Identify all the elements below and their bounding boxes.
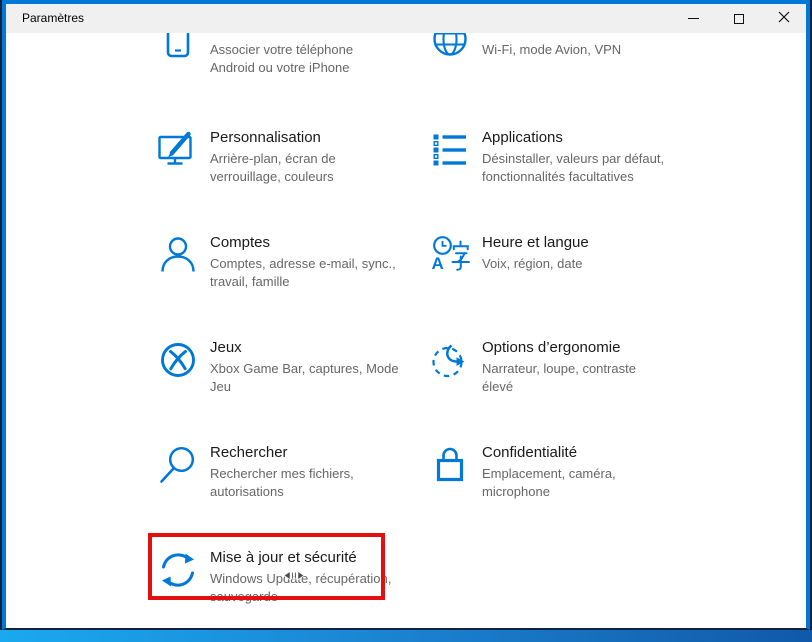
tile-title — [210, 33, 428, 39]
settings-window: Paramètres Associer votre téléphoneAndro… — [2, 0, 810, 630]
settings-tile-heure-et-langue[interactable]: A Heure et langue Voix, région, date — [430, 233, 700, 273]
apps-list-icon — [430, 130, 470, 170]
tile-subtitle-line: autorisations — [210, 483, 428, 501]
settings-tile-telephone[interactable]: Associer votre téléphoneAndroid ou votre… — [158, 33, 428, 76]
privacy-lock-icon — [430, 445, 470, 485]
settings-tile-rechercher[interactable]: Rechercher Rechercher mes fichiers,autori… — [158, 443, 428, 500]
maximize-button[interactable] — [716, 4, 761, 33]
account-person-icon — [158, 235, 198, 275]
tile-title: Mise à jour et sécurité — [210, 548, 428, 568]
tile-subtitle-line: microphone — [482, 483, 700, 501]
minimize-icon — [688, 18, 699, 19]
ease-of-access-icon — [430, 340, 470, 380]
settings-tile-jeux[interactable]: Jeux Xbox Game Bar, captures, ModeJeu — [158, 338, 428, 395]
tile-subtitle-line: verrouillage, couleurs — [210, 168, 428, 186]
tile-subtitle-line: Android ou votre iPhone — [210, 59, 428, 77]
tile-subtitle-line: sauvegarde — [210, 588, 428, 606]
tile-subtitle-line: Emplacement, caméra, — [482, 465, 700, 483]
tile-text: Options d’ergonomie Narrateur, loupe, con… — [482, 338, 700, 395]
tile-title: Applications — [482, 128, 700, 148]
tile-text: Comptes Comptes, adresse e-mail, sync.,tr… — [210, 233, 428, 290]
tile-subtitle-line: Rechercher mes fichiers, — [210, 465, 428, 483]
tile-subtitle-line: fonctionnalités facultatives — [482, 168, 700, 186]
titlebar: Paramètres — [6, 4, 806, 33]
tile-subtitle-line: travail, famille — [210, 273, 428, 291]
settings-tile-confidentialite[interactable]: Confidentialité Emplacement, caméra,micro… — [430, 443, 700, 500]
tile-text: Associer votre téléphoneAndroid ou votre… — [210, 33, 428, 76]
tile-text: Wi-Fi, mode Avion, VPN — [482, 33, 700, 59]
xbox-icon — [158, 340, 198, 380]
svg-text:A: A — [432, 254, 444, 273]
tile-title: Heure et langue — [482, 233, 700, 253]
settings-body: Associer votre téléphoneAndroid ou votre… — [6, 33, 806, 628]
tile-title: Comptes — [210, 233, 428, 253]
desktop-background: { "window": { "title": "Paramètres", "co… — [0, 0, 812, 642]
settings-tile-personnalisation[interactable]: Personnalisation Arrière-plan, écran deve… — [158, 128, 428, 185]
search-icon — [158, 445, 198, 485]
tile-title: Personnalisation — [210, 128, 428, 148]
settings-tile-mise-a-jour-et-securite[interactable]: Mise à jour et sécurité Windows Update, r… — [158, 548, 428, 605]
tile-subtitle-line: Associer votre téléphone — [210, 41, 428, 59]
tile-title: Options d’ergonomie — [482, 338, 700, 358]
settings-tile-reseau[interactable]: Wi-Fi, mode Avion, VPN — [430, 33, 700, 59]
tile-subtitle-line: Arrière-plan, écran de — [210, 150, 428, 168]
tile-text: Jeux Xbox Game Bar, captures, ModeJeu — [210, 338, 428, 395]
tile-subtitle-line: Windows Update, récupération, — [210, 570, 428, 588]
window-controls — [671, 4, 806, 33]
tile-subtitle-line: Voix, région, date — [482, 255, 700, 273]
minimize-button[interactable] — [671, 4, 716, 33]
tile-subtitle-line: Désinstaller, valeurs par défaut, — [482, 150, 700, 168]
phone-icon — [158, 33, 198, 61]
tile-subtitle-line: Comptes, adresse e-mail, sync., — [210, 255, 428, 273]
close-icon — [778, 11, 790, 26]
tile-text: Personnalisation Arrière-plan, écran deve… — [210, 128, 428, 185]
tile-subtitle-line: Xbox Game Bar, captures, Mode — [210, 360, 428, 378]
window-title: Paramètres — [6, 4, 84, 33]
tile-title — [482, 33, 700, 39]
tile-text: Heure et langue Voix, région, date — [482, 233, 700, 273]
maximize-icon — [734, 14, 744, 24]
tile-title: Rechercher — [210, 443, 428, 463]
time-language-icon: A — [430, 235, 470, 275]
personalization-icon — [158, 130, 198, 170]
settings-tile-options-ergonomie[interactable]: Options d’ergonomie Narrateur, loupe, con… — [430, 338, 700, 395]
tile-text: Mise à jour et sécurité Windows Update, r… — [210, 548, 428, 605]
tile-subtitle-line: Wi-Fi, mode Avion, VPN — [482, 41, 700, 59]
settings-tile-comptes[interactable]: Comptes Comptes, adresse e-mail, sync.,tr… — [158, 233, 428, 290]
tile-subtitle-line: élevé — [482, 378, 700, 396]
update-sync-icon — [158, 550, 198, 590]
desktop-wallpaper-strip — [0, 630, 812, 642]
tile-title: Confidentialité — [482, 443, 700, 463]
tile-subtitle-line: Narrateur, loupe, contraste — [482, 360, 700, 378]
tile-text: Confidentialité Emplacement, caméra,micro… — [482, 443, 700, 500]
tile-title: Jeux — [210, 338, 428, 358]
globe-icon — [430, 33, 470, 61]
tile-text: Applications Désinstaller, valeurs par dé… — [482, 128, 700, 185]
tile-subtitle-line: Jeu — [210, 378, 428, 396]
settings-tile-applications[interactable]: Applications Désinstaller, valeurs par dé… — [430, 128, 700, 185]
close-button[interactable] — [761, 4, 806, 33]
tile-text: Rechercher Rechercher mes fichiers,autori… — [210, 443, 428, 500]
